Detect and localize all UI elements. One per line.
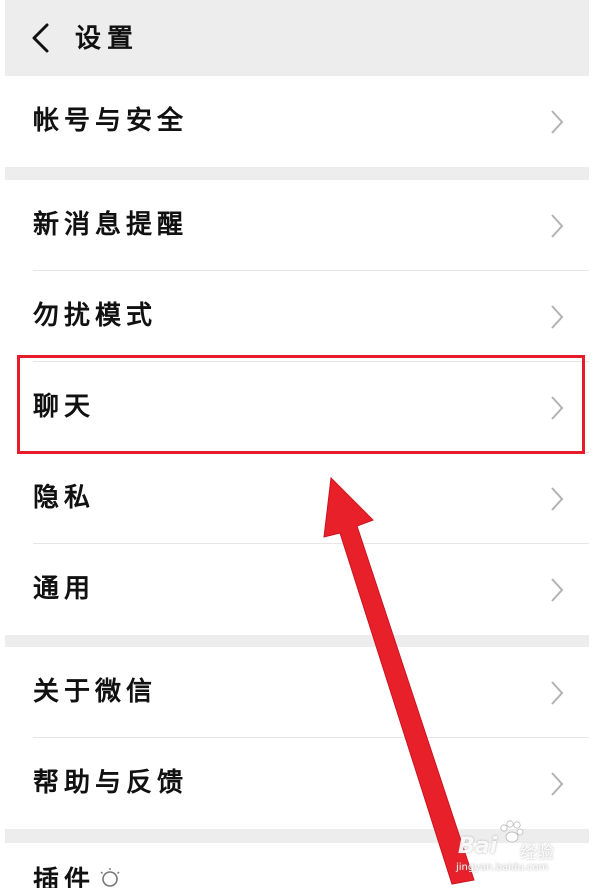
settings-item-label: 隐私 (33, 483, 96, 513)
chevron-right-icon (551, 214, 564, 238)
chevron-left-icon[interactable] (27, 22, 53, 54)
settings-item-label: 通用 (33, 574, 96, 604)
settings-item-chat[interactable]: 聊天 (5, 362, 589, 453)
chevron-right-icon (551, 305, 564, 329)
settings-item-label: 聊天 (33, 392, 96, 422)
settings-item-label: 帐号与安全 (33, 106, 189, 136)
settings-group-account: 帐号与安全 (5, 76, 589, 167)
chevron-right-icon (551, 681, 564, 705)
lightbulb-icon (100, 868, 120, 887)
settings-group-main: 新消息提醒 勿扰模式 聊天 隐私 通用 (5, 180, 589, 635)
settings-group-about: 关于微信 帮助与反馈 (5, 647, 589, 829)
chevron-right-icon (551, 396, 564, 420)
settings-item-label: 关于微信 (33, 677, 158, 707)
page-title: 设置 (75, 24, 140, 54)
settings-item-label: 勿扰模式 (33, 301, 158, 331)
settings-item-about-wechat[interactable]: 关于微信 (5, 647, 589, 738)
watermark-text: 经验 (520, 843, 554, 863)
nav-bar: 设置 (5, 0, 589, 76)
settings-screen: 设置 帐号与安全 新消息提醒 勿扰模式 聊天 隐私 通用 关于微信 帮助与反馈 … (0, 0, 594, 888)
settings-item-do-not-disturb[interactable]: 勿扰模式 (5, 271, 589, 362)
settings-item-general[interactable]: 通用 (5, 544, 589, 635)
settings-item-label: 帮助与反馈 (33, 768, 189, 798)
chevron-right-icon (551, 578, 564, 602)
settings-item-help-feedback[interactable]: 帮助与反馈 (5, 738, 589, 829)
baidu-watermark: Bai 经验 jingyan.baidu.com (456, 820, 588, 882)
settings-item-label: 插件 (33, 866, 96, 888)
settings-item-account-security[interactable]: 帐号与安全 (5, 76, 589, 167)
settings-item-privacy[interactable]: 隐私 (5, 453, 589, 544)
chevron-right-icon (551, 487, 564, 511)
watermark-brand: Bai (458, 834, 498, 859)
chevron-right-icon (551, 110, 564, 134)
settings-item-new-message-alerts[interactable]: 新消息提醒 (5, 180, 589, 271)
chevron-right-icon (551, 772, 564, 796)
settings-item-label: 新消息提醒 (33, 210, 189, 240)
watermark-url: jingyan.baidu.com (456, 862, 549, 873)
